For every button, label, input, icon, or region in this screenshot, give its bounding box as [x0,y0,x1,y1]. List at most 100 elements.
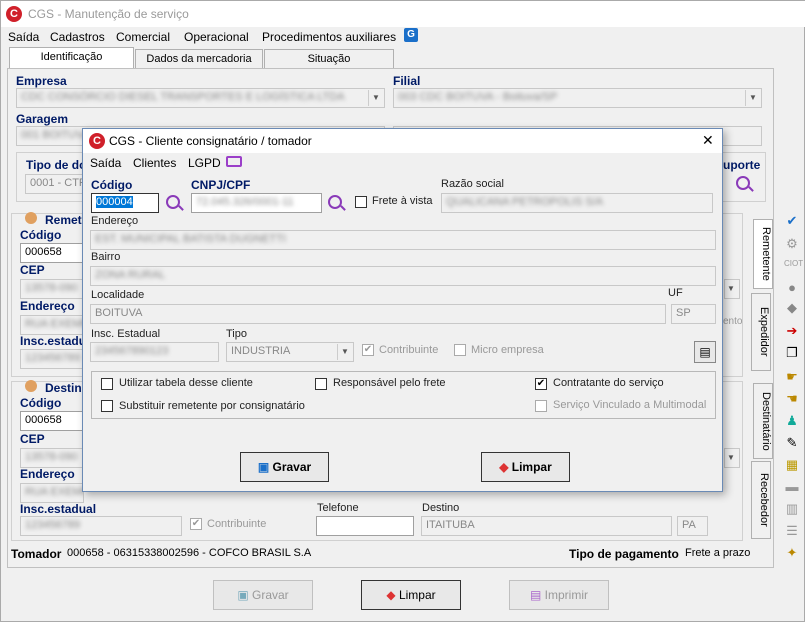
tab-situacao[interactable]: Situação [264,49,394,69]
destino-field: ITAITUBA [421,516,672,536]
main-gravar-label: Gravar [251,588,289,602]
substituir-checkbox[interactable] [101,400,113,412]
filial-select[interactable]: 003 CDC BOITUVA - Boituva/SP ▼ [393,88,762,108]
tabela-checkbox[interactable] [101,378,113,390]
tipo-pagto-value: Frete a prazo [685,547,751,559]
contratante-checkbox[interactable]: ✔ [535,378,547,390]
chevron-down-icon: ▼ [725,281,738,297]
cnpj-input[interactable]: 72.045.326/0001-11 [191,193,322,213]
copy-icon[interactable]: ❐ [784,346,800,360]
chevron-down-icon: ▼ [337,344,352,360]
edit-icon[interactable]: ✎ [784,436,800,450]
responsavel-label: Responsável pelo frete [333,377,446,389]
frete-vista-checkbox[interactable] [355,196,367,208]
monitor-icon[interactable] [226,156,242,167]
dialog-menu-clientes[interactable]: Clientes [133,156,176,170]
tomador-value: 000658 - 06315338002596 - COFCO BRASIL S… [67,547,312,559]
search-icon[interactable] [736,176,750,190]
book-icon[interactable]: ▥ [784,502,800,516]
main-imprimir-button[interactable]: ▤ Imprimir [509,580,609,610]
doc-icon[interactable]: ▦ [784,458,800,472]
destinatario-label: Destin [45,381,82,395]
multimodal-checkbox[interactable] [535,400,547,412]
insc-label: Insc. Estadual [91,328,161,340]
dialog-limpar-label: Limpar [511,460,552,474]
filial-label: Filial [393,74,421,88]
search-icon[interactable] [166,195,180,209]
rem-side-select[interactable]: ▼ [724,279,740,299]
localidade-field: BOITUVA [90,304,666,324]
dialog-menu-lgpd[interactable]: LGPD [188,156,221,170]
tipo-pagto-label: Tipo de pagamento [569,547,679,561]
eraser-icon: ◆ [386,588,399,602]
tipo-select[interactable]: INDUSTRIA ▼ [226,342,354,362]
title-bar: C CGS - Manutenção de serviço [1,1,805,27]
window-title: CGS - Manutenção de serviço [28,7,189,21]
rem-cep-label: CEP [20,263,45,277]
cgs-logo-icon: C [6,6,22,22]
telefone-input[interactable] [316,516,414,536]
dialog-menu-saida[interactable]: Saída [90,156,121,170]
vtab-remetente[interactable]: Remetente [753,219,773,289]
razao-label: Razão social [441,178,504,190]
dest-cep-label: CEP [20,432,45,446]
dest-endereco-label: Endereço [20,467,75,481]
menu-procedimentos[interactable]: Procedimentos auxiliares [262,30,396,44]
menu-operacional[interactable]: Operacional [184,30,249,44]
close-icon[interactable]: ✕ [702,132,714,149]
vtab-recebedor[interactable]: Recebedor [751,461,771,539]
users-icon[interactable]: ♟ [784,414,800,428]
rem-codigo-label: Código [20,228,62,242]
truck-icon[interactable]: ▬ [784,480,800,494]
uf-field: SP [671,304,716,324]
main-gravar-button[interactable]: ▣ Gravar [213,580,313,610]
empresa-label: Empresa [16,74,67,88]
stack-icon[interactable]: ▤ [694,341,716,363]
codigo-value: 000004 [96,196,133,208]
dialog-limpar-button[interactable]: ◆ Limpar [481,452,570,482]
dest-codigo-input[interactable]: 000658 [20,411,84,431]
vtab-destinatario[interactable]: Destinatário [753,383,773,459]
rem-endereco-field: RUA EXEMPLO CENTRO [20,315,84,335]
list-icon[interactable]: ☰ [784,524,800,538]
tag-icon[interactable]: ◆ [784,301,800,315]
person-icon [25,212,37,224]
responsavel-checkbox[interactable] [315,378,327,390]
circle-icon[interactable]: ● [784,281,800,295]
main-limpar-label: Limpar [398,588,436,602]
gear-icon[interactable]: ⚙ [784,237,800,251]
contribuinte-checkbox[interactable]: ✔ [362,344,374,356]
dest-contribuinte-checkbox[interactable]: ✔ [190,518,202,530]
tabela-label: Utilizar tabela desse cliente [119,377,253,389]
main-limpar-button[interactable]: ◆ Limpar [361,580,461,610]
codigo-input[interactable]: 000004 [91,193,159,213]
help-icon[interactable]: G [404,28,418,42]
menu-comercial[interactable]: Comercial [116,30,170,44]
contribuinte-label: Contribuinte [379,344,439,356]
menu-saida[interactable]: Saída [8,30,39,44]
dest-side-select[interactable]: ▼ [724,448,740,468]
ciot-icon[interactable]: CIOT [784,257,803,271]
menu-cadastros[interactable]: Cadastros [50,30,105,44]
empresa-select[interactable]: CDC CONSÓRCIO DIESEL TRANSPORTES E LOGÍS… [16,88,385,108]
export-icon[interactable]: ➔ [784,324,800,338]
hand-icon[interactable]: ☛ [784,370,800,384]
codigo-label: Código [91,178,133,192]
tab-identificacao[interactable]: Identificação [9,47,134,69]
check-icon[interactable]: ✔ [784,214,800,228]
search-icon[interactable] [328,195,342,209]
tipo-doc-select[interactable]: 0001 - CTR [25,174,85,194]
tab-dados-mercadoria[interactable]: Dados da mercadoria [135,49,263,69]
money-icon[interactable]: ✦ [784,546,800,560]
dialog-gravar-button[interactable]: ▣ Gravar [240,452,329,482]
micro-checkbox[interactable] [454,344,466,356]
dest-insc-field: 123456789 [20,516,182,536]
pointer-icon[interactable]: ☚ [784,392,800,406]
rem-insc-field: 123456789 [20,349,84,369]
rem-codigo-input[interactable]: 000658 [20,243,84,263]
vtab-expedidor[interactable]: Expedidor [751,293,771,371]
chevron-down-icon: ▼ [725,450,738,466]
rem-endereco-label: Endereço [20,299,75,313]
bairro-label: Bairro [91,251,121,263]
dest-cep-field: 13578-090 [20,448,84,468]
